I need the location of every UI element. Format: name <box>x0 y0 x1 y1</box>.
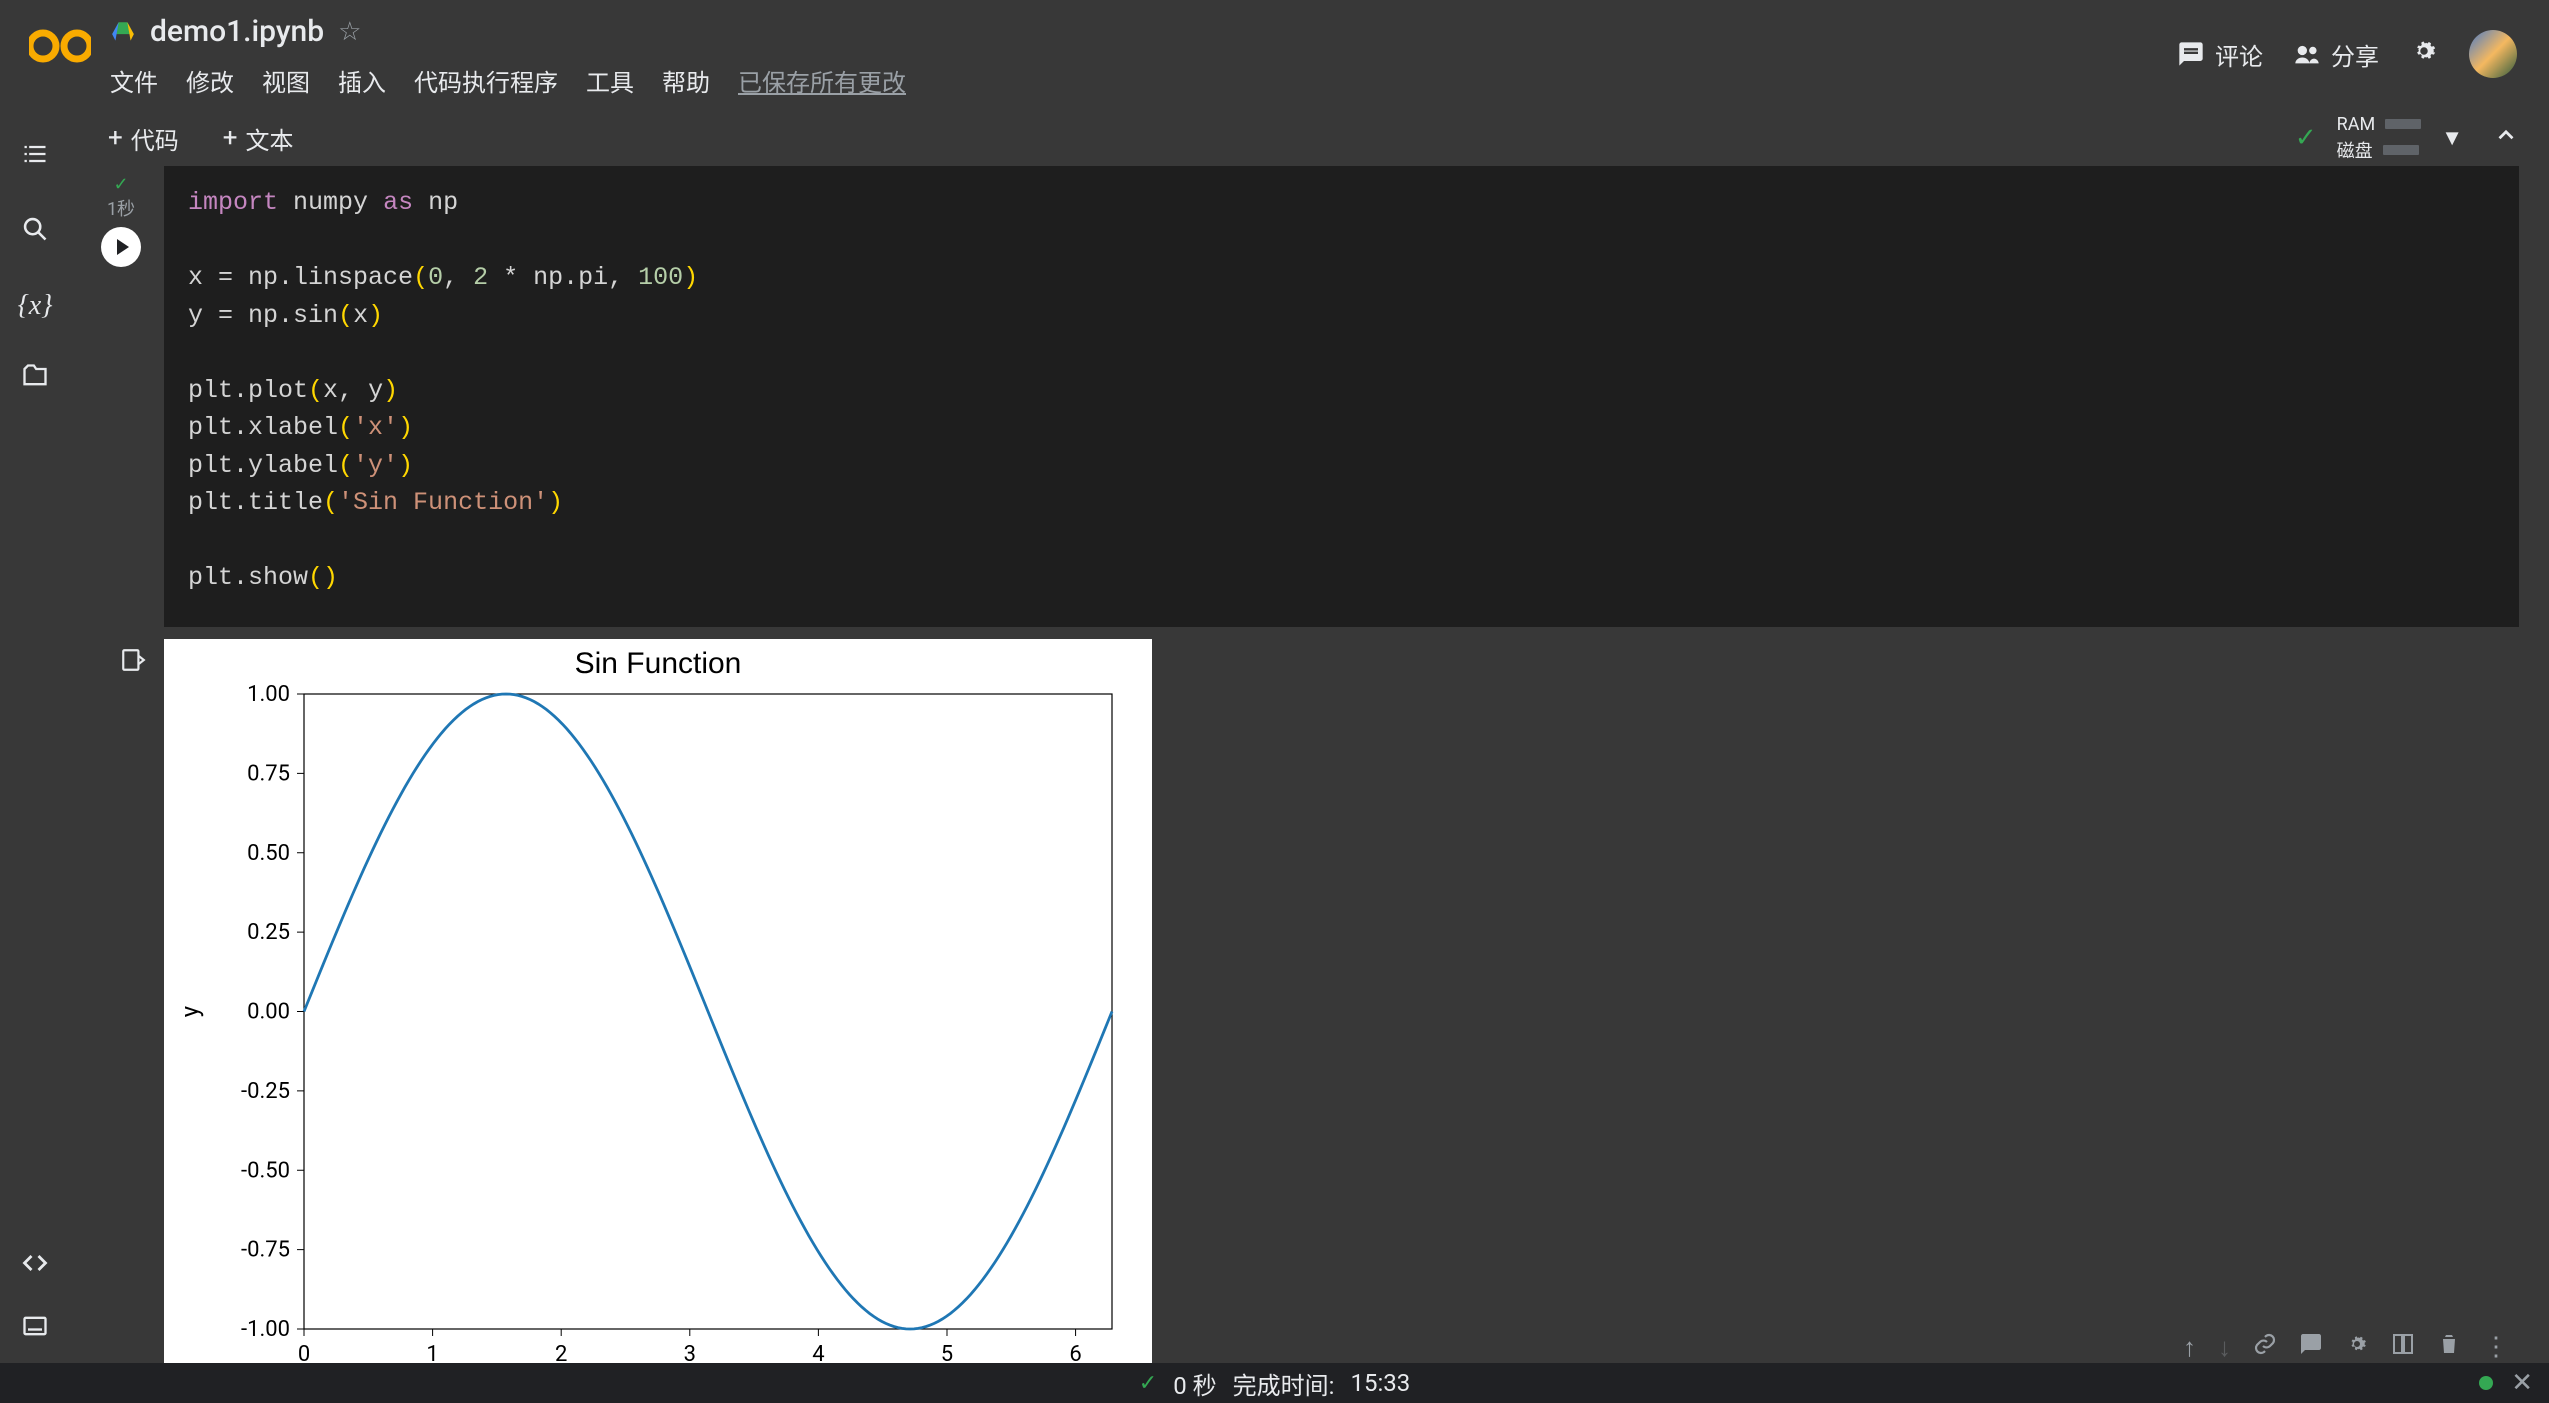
svg-text:0.75: 0.75 <box>247 761 290 786</box>
variables-icon[interactable]: {x} <box>18 290 53 322</box>
svg-text:5: 5 <box>941 1342 953 1364</box>
colab-logo-icon <box>29 26 91 66</box>
menu-tools[interactable]: 工具 <box>586 63 634 98</box>
plus-icon: + <box>223 123 238 153</box>
resource-indicator[interactable]: RAM 磁盘 <box>2337 114 2422 163</box>
search-icon[interactable] <box>21 215 49 250</box>
svg-text:4: 4 <box>812 1342 824 1364</box>
play-icon <box>117 239 129 255</box>
ram-label: RAM <box>2337 114 2376 135</box>
files-icon[interactable] <box>21 362 49 397</box>
link-icon[interactable] <box>2253 1332 2277 1363</box>
svg-text:1: 1 <box>426 1342 438 1364</box>
svg-text:-0.50: -0.50 <box>241 1158 290 1183</box>
add-text-label: 文本 <box>246 121 294 156</box>
code-editor[interactable]: import numpy as np x = np.linspace(0, 2 … <box>164 166 2519 627</box>
comments-button[interactable]: 评论 <box>2177 37 2263 72</box>
left-rail: {x} <box>0 110 70 1363</box>
svg-text:0: 0 <box>298 1342 310 1364</box>
delete-cell-icon[interactable] <box>2437 1332 2461 1363</box>
share-button[interactable]: 分享 <box>2293 37 2379 72</box>
resource-dropdown[interactable]: ▼ <box>2441 125 2463 151</box>
notebook-toolbar: + 代码 + 文本 ✓ RAM 磁盘 ▼ <box>70 110 2549 166</box>
svg-text:-0.75: -0.75 <box>241 1237 290 1262</box>
svg-text:1.00: 1.00 <box>247 682 290 707</box>
comment-icon <box>2177 40 2205 68</box>
file-title[interactable]: demo1.ipynb <box>150 14 324 49</box>
status-check-icon: ✓ <box>1139 1371 1157 1396</box>
cell-status-check-icon: ✓ <box>113 174 128 195</box>
svg-text:6: 6 <box>1069 1342 1081 1364</box>
add-code-label: 代码 <box>131 121 179 156</box>
status-check-icon: ✓ <box>2295 123 2317 153</box>
toc-icon[interactable] <box>21 140 49 175</box>
menu-view[interactable]: 视图 <box>262 63 310 98</box>
star-icon[interactable]: ☆ <box>338 17 361 47</box>
disk-bar <box>2383 145 2419 155</box>
cell-exec-time: 1秒 <box>107 195 135 221</box>
share-label: 分享 <box>2331 37 2379 72</box>
kernel-status-dot <box>2479 1376 2493 1390</box>
svg-text:y: y <box>176 1005 204 1017</box>
code-cell[interactable]: ✓ 1秒 import numpy as np x = np.linspace(… <box>78 166 2519 627</box>
settings-button[interactable] <box>2409 36 2439 73</box>
run-cell-button[interactable] <box>101 227 141 267</box>
status-exec-time: 0 秒 <box>1173 1366 1216 1401</box>
plus-icon: + <box>108 123 123 153</box>
comments-label: 评论 <box>2215 37 2263 72</box>
gear-icon <box>2409 36 2439 66</box>
more-icon[interactable]: ⋮ <box>2483 1332 2509 1363</box>
close-status-icon[interactable]: ✕ <box>2511 1368 2533 1398</box>
disk-label: 磁盘 <box>2337 137 2373 163</box>
drive-icon <box>110 19 136 45</box>
svg-text:0.50: 0.50 <box>247 840 290 865</box>
svg-text:-1.00: -1.00 <box>241 1317 290 1342</box>
menu-runtime[interactable]: 代码执行程序 <box>414 63 558 98</box>
colab-logo[interactable] <box>20 8 100 66</box>
add-code-button[interactable]: + 代码 <box>90 121 179 156</box>
menu-edit[interactable]: 修改 <box>186 63 234 98</box>
status-completed-time: 15:33 <box>1350 1369 1410 1397</box>
comment-icon[interactable] <box>2299 1332 2323 1363</box>
output-indicator-icon[interactable] <box>120 647 146 1364</box>
status-bar: ✓ 0 秒 完成时间: 15:33 ✕ <box>0 1363 2549 1403</box>
svg-text:3: 3 <box>684 1342 696 1364</box>
collapse-header-button[interactable] <box>2483 116 2529 161</box>
svg-text:-0.25: -0.25 <box>241 1078 290 1103</box>
ram-bar <box>2385 119 2421 129</box>
cell-output: Sin Function -1.00 -0.75 -0.50 -0.25 0.00 0.25… <box>78 639 2519 1364</box>
save-status[interactable]: 已保存所有更改 <box>738 63 906 98</box>
menu-file[interactable]: 文件 <box>110 63 158 98</box>
user-avatar[interactable] <box>2469 30 2517 78</box>
add-text-button[interactable]: + 文本 <box>205 121 294 156</box>
move-up-icon[interactable]: ↑ <box>2183 1332 2196 1363</box>
svg-text:2: 2 <box>555 1342 567 1364</box>
terminal-icon[interactable] <box>21 1312 49 1347</box>
move-down-icon[interactable]: ↓ <box>2218 1332 2231 1363</box>
output-plot: Sin Function -1.00 -0.75 -0.50 -0.25 0.00 0.25… <box>164 639 1152 1364</box>
menu-help[interactable]: 帮助 <box>662 63 710 98</box>
cell-settings-icon[interactable] <box>2345 1332 2369 1363</box>
menubar: 文件 修改 视图 插入 代码执行程序 工具 帮助 已保存所有更改 <box>110 49 2177 98</box>
mirror-cell-icon[interactable] <box>2391 1332 2415 1363</box>
code-snippets-icon[interactable] <box>21 1249 49 1284</box>
menu-insert[interactable]: 插入 <box>338 63 386 98</box>
status-completed-label: 完成时间: <box>1233 1366 1335 1401</box>
cell-action-toolbar: ↑ ↓ ⋮ <box>2183 1332 2509 1363</box>
share-icon <box>2293 40 2321 68</box>
svg-text:0.00: 0.00 <box>247 999 290 1024</box>
svg-text:0.25: 0.25 <box>247 920 290 945</box>
svg-text:Sin Function: Sin Function <box>575 647 742 680</box>
plot-svg: Sin Function -1.00 -0.75 -0.50 -0.25 0.00 0.25… <box>164 639 1152 1364</box>
